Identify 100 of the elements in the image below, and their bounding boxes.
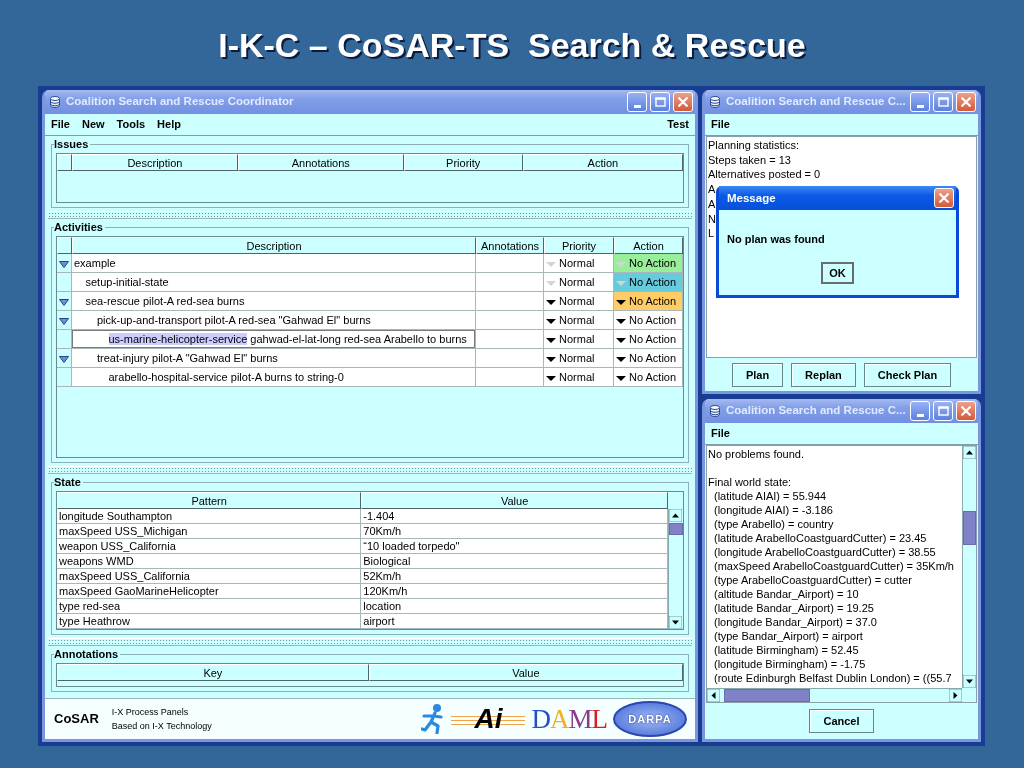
text-line: (longitude Bandar_Airport) = 37.0 <box>713 615 877 629</box>
close-button[interactable] <box>934 188 954 208</box>
dialog-message: No plan was found <box>726 232 826 247</box>
column-header: Priority <box>403 154 523 171</box>
panel-title: Annotations <box>54 647 121 661</box>
maximize-icon <box>937 406 949 416</box>
scroll-left-arrow-icon[interactable] <box>707 689 720 702</box>
splitter-handle[interactable] <box>48 466 692 474</box>
text-line: (latitude ArabelloCoastguardCutter) = 23.45 <box>713 531 927 545</box>
table-cell: Biological <box>361 554 668 569</box>
text-line: (latitude Bandar_Airport) = 19.25 <box>713 601 874 615</box>
database-icon <box>710 405 720 417</box>
table-cell: weapons WMD <box>57 554 362 569</box>
table-cell: airport <box>361 614 668 629</box>
text-line: (latitude AIAI) = 55.944 <box>713 489 827 503</box>
table-cell: “10 loaded torpedo" <box>361 539 668 554</box>
scroll-down-arrow-icon[interactable] <box>669 616 682 629</box>
footer-text: I-X Process Panels <box>111 706 190 719</box>
minimize-icon <box>916 413 924 417</box>
close-icon <box>961 97 971 107</box>
scroll-up-arrow-icon[interactable] <box>669 509 682 522</box>
window-title: Coalition Search and Rescue Coordinator <box>65 94 295 110</box>
column-header: Action <box>522 154 683 171</box>
text-line: (longitude ArabelloCoastguardCutter) = 38.55 <box>713 545 936 559</box>
splitter-handle[interactable] <box>48 211 692 219</box>
column-header: Value <box>361 492 668 509</box>
table-cell: type red-sea <box>57 599 362 614</box>
window-title: Message <box>726 190 777 206</box>
maximize-button[interactable] <box>933 401 953 421</box>
minimize-icon <box>633 104 641 108</box>
minimize-icon <box>916 104 924 108</box>
text-line: Final world state: <box>708 475 792 489</box>
ok-button[interactable]: OK <box>821 261 854 284</box>
text-line: (longitude Birmingham) = -1.75 <box>713 657 866 671</box>
window-title: Coalition Search and Rescue C... <box>725 403 907 419</box>
column-header: Key <box>57 664 369 681</box>
close-button[interactable] <box>956 92 976 112</box>
menu-item[interactable]: Test <box>667 116 689 133</box>
table-cell: 70Km/h <box>361 524 668 539</box>
column-header: Priority <box>544 237 614 254</box>
darpa-logo: DARPA <box>613 701 687 737</box>
text-line: (type Arabello) = country <box>713 517 834 531</box>
check-plan-button[interactable]: Check Plan <box>863 362 952 387</box>
close-button[interactable] <box>673 92 693 112</box>
replan-button[interactable]: Replan <box>791 362 856 387</box>
text-line: Planning statistics: <box>708 138 800 153</box>
scroll-thumb[interactable] <box>963 511 976 545</box>
table-cell: maxSpeed GaoMarineHelicopter <box>57 584 362 599</box>
column-header: Description <box>72 237 476 254</box>
maximize-button[interactable] <box>933 92 953 112</box>
slide-title: I-K-C – CoSAR-TS Search & Rescue <box>218 26 806 66</box>
menu-item[interactable]: File <box>51 116 70 133</box>
scroll-thumb[interactable] <box>724 689 810 702</box>
text-line: (longitude AIAI) = -3.186 <box>713 503 833 517</box>
menu-item[interactable]: Tools <box>116 116 146 133</box>
minimize-button[interactable] <box>910 92 930 112</box>
scroll-right-arrow-icon[interactable] <box>949 689 962 702</box>
table-cell: 120Km/h <box>361 584 668 599</box>
database-icon <box>50 96 60 108</box>
table-cell: location <box>361 599 668 614</box>
maximize-icon <box>937 97 949 107</box>
text-line: Steps taken = 13 <box>708 152 791 168</box>
panel-title: Activities <box>54 220 105 234</box>
text-line: No problems found. <box>708 447 804 461</box>
close-button[interactable] <box>956 401 976 421</box>
plan-button[interactable]: Plan <box>731 362 784 387</box>
cancel-button[interactable]: Cancel <box>809 709 874 733</box>
vertical-scrollbar[interactable] <box>668 509 683 629</box>
maximize-button[interactable] <box>650 92 670 112</box>
database-icon <box>710 96 720 108</box>
menu-item[interactable]: File <box>711 425 730 442</box>
daml-logo: DAML <box>531 704 607 734</box>
scroll-thumb[interactable] <box>669 523 683 535</box>
minimize-button[interactable] <box>910 401 930 421</box>
minimize-button[interactable] <box>627 92 647 112</box>
text-line: (route Edinburgh Belfast Dublin London) = ((55.7 <box>713 671 952 685</box>
panel-title: Issues <box>54 137 91 151</box>
text-line: (type Bandar_Airport) = airport <box>713 629 863 643</box>
panel-title: State <box>54 475 83 489</box>
app-name: CoSAR <box>54 710 99 729</box>
window-title: Coalition Search and Rescue C... <box>725 94 907 110</box>
table-cell: weapon USS_California <box>57 539 362 554</box>
text-line: (altitude Bandar_Airport) = 10 <box>713 587 859 601</box>
table-cell: maxSpeed USS_Michigan <box>57 524 362 539</box>
text-line: A <box>708 182 716 197</box>
table-cell: -1.404 <box>361 509 668 524</box>
scroll-down-arrow-icon[interactable] <box>963 675 976 688</box>
text-line: N <box>708 211 716 227</box>
text-line: (latitude Birmingham) = 52.45 <box>713 643 859 657</box>
menu-item[interactable]: File <box>711 116 730 133</box>
horizontal-scrollbar[interactable] <box>707 688 962 702</box>
vertical-scrollbar[interactable] <box>962 446 976 688</box>
text-line: (maxSpeed ArabelloCoastguardCutter) = 35Km/h <box>713 559 954 573</box>
text-line: Alternatives posted = 0 <box>708 167 821 183</box>
splitter-handle[interactable] <box>48 638 692 646</box>
close-icon <box>678 97 688 107</box>
menu-item[interactable]: New <box>81 116 105 133</box>
maximize-icon <box>654 97 666 107</box>
scroll-up-arrow-icon[interactable] <box>963 446 976 459</box>
menu-item[interactable]: Help <box>157 116 181 133</box>
